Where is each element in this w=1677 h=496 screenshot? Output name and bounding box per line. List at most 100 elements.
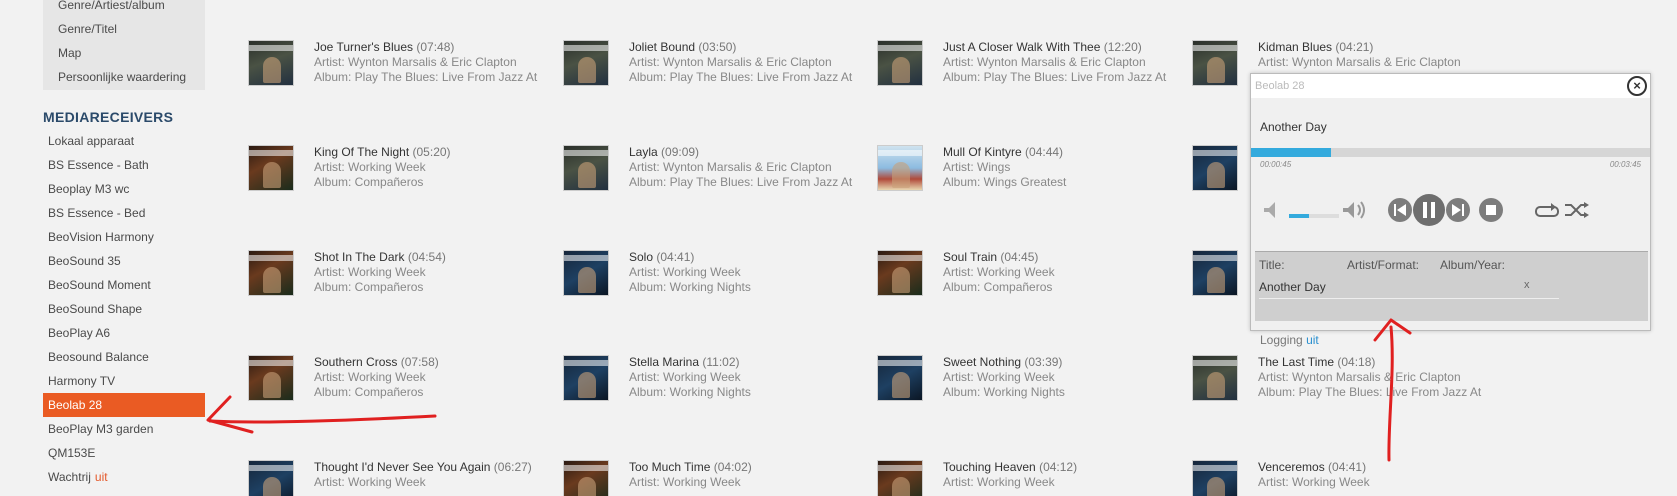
receiver-item[interactable]: Beolab 28 xyxy=(43,393,205,417)
receiver-item[interactable]: Lokaal apparaat xyxy=(43,129,205,153)
album-art xyxy=(563,40,609,86)
track-album: Album: Compañeros xyxy=(314,280,424,294)
receiver-item[interactable]: QM153E xyxy=(43,441,205,465)
track-title: Thought I'd Never See You Again (06:27) xyxy=(314,460,532,474)
track-artist: Artist: Working Week xyxy=(314,370,426,384)
receiver-item[interactable]: BeoSound Shape xyxy=(43,297,205,321)
track-title: Sweet Nothing (03:39) xyxy=(943,355,1063,369)
album-art xyxy=(877,145,923,191)
next-icon[interactable] xyxy=(1446,198,1470,222)
track-title: Touching Heaven (04:12) xyxy=(943,460,1078,474)
track-item[interactable]: King Of The Night (05:20) Artist: Working… xyxy=(248,145,558,205)
track-artist: Artist: Wynton Marsalis & Eric Clapton xyxy=(314,55,517,69)
track-artist: Artist: Working Week xyxy=(314,475,426,489)
receiver-label: QM153E xyxy=(48,446,96,460)
track-item[interactable]: Solo (04:41) Artist: Working Week Album: W… xyxy=(563,250,873,310)
receiver-item[interactable]: Wachtrij uit xyxy=(43,465,205,489)
volume-up-icon[interactable] xyxy=(1343,201,1365,219)
receiver-item[interactable]: Harmony TV xyxy=(43,369,205,393)
album-art xyxy=(563,250,609,296)
track-album: Album: Compañeros xyxy=(314,175,424,189)
queue-toggle-link[interactable]: uit xyxy=(95,470,108,484)
track-item[interactable]: Mull Of Kintyre (04:44) Artist: Wings Albu… xyxy=(877,145,1187,205)
queue-item-title[interactable]: Another Day xyxy=(1259,280,1326,294)
album-art xyxy=(877,460,923,496)
receiver-label: BS Essence - Bed xyxy=(48,206,146,220)
column-album: Album/Year: xyxy=(1440,258,1505,272)
track-item[interactable]: Soul Train (04:45) Artist: Working Week Al… xyxy=(877,250,1187,310)
track-title: Kidman Blues (04:21) xyxy=(1258,40,1374,54)
track-artist: Artist: Working Week xyxy=(943,370,1055,384)
shuffle-icon[interactable] xyxy=(1565,202,1589,218)
receiver-item[interactable]: BS Essence - Bed xyxy=(43,201,205,225)
track-item[interactable]: Thought I'd Never See You Again (06:27) A… xyxy=(248,460,558,496)
receiver-item[interactable]: BeoPlay M3 garden xyxy=(43,417,205,441)
receiver-item[interactable]: Beoplay M3 wc xyxy=(43,177,205,201)
track-item[interactable]: Southern Cross (07:58) Artist: Working We… xyxy=(248,355,558,415)
player-popup: Beolab 28 × Another Day 00:00:45 00:03:4… xyxy=(1250,73,1651,347)
track-item[interactable]: Shot In The Dark (04:54) Artist: Working … xyxy=(248,250,558,310)
track-artist: Artist: Wynton Marsalis & Eric Clapton xyxy=(1258,370,1461,384)
track-album: Album: Play The Blues: Live From Jazz At xyxy=(943,70,1167,84)
progress-bar[interactable] xyxy=(1251,148,1650,157)
receiver-item[interactable]: BS Essence - Bath xyxy=(43,153,205,177)
volume-mute-icon[interactable] xyxy=(1264,202,1275,218)
track-item[interactable]: Layla (09:09) Artist: Wynton Marsalis & E… xyxy=(563,145,873,205)
track-title: Solo (04:41) xyxy=(629,250,695,264)
track-item[interactable]: Stella Marina (11:02) Artist: Working Wee… xyxy=(563,355,873,415)
track-title: Joe Turner's Blues (07:48) xyxy=(314,40,455,54)
remove-item-button[interactable]: x xyxy=(1524,279,1530,291)
track-item[interactable]: Joe Turner's Blues (07:48) Artist: Wynton… xyxy=(248,40,558,100)
volume-slider[interactable] xyxy=(1289,214,1339,218)
player-title: Beolab 28 xyxy=(1255,80,1305,92)
repeat-icon[interactable] xyxy=(1535,203,1559,217)
previous-icon[interactable] xyxy=(1388,198,1412,222)
track-item[interactable]: Too Much Time (04:02) Artist: Working Wee… xyxy=(563,460,873,496)
genre-item[interactable]: Persoonlijke waardering xyxy=(58,70,186,84)
track-title: Layla (09:09) xyxy=(629,145,700,159)
track-album: Album: Compañeros xyxy=(314,385,424,399)
track-artist: Artist: Working Week xyxy=(314,160,426,174)
stop-icon[interactable] xyxy=(1479,198,1503,222)
receiver-item[interactable]: Beosound Balance xyxy=(43,345,205,369)
receiver-item[interactable]: BeoPlay A6 xyxy=(43,321,205,345)
track-item[interactable]: The Last Time (04:18) Artist: Wynton Mars… xyxy=(1192,355,1502,415)
track-item[interactable]: Touching Heaven (04:12) Artist: Working W… xyxy=(877,460,1187,496)
track-title: King Of The Night (05:20) xyxy=(314,145,451,159)
genre-item[interactable]: Map xyxy=(58,46,81,60)
track-album: Album: Play The Blues: Live From Jazz At xyxy=(629,70,853,84)
receiver-label: Lokaal apparaat xyxy=(48,134,135,148)
track-artist: Artist: Wynton Marsalis & Eric Clapton xyxy=(943,55,1146,69)
track-artist: Artist: Working Week xyxy=(943,475,1055,489)
close-icon[interactable]: × xyxy=(1627,76,1647,96)
receiver-label: BeoSound 35 xyxy=(48,254,121,268)
track-item[interactable]: Sweet Nothing (03:39) Artist: Working Wee… xyxy=(877,355,1187,415)
receiver-item[interactable]: BeoSound Moment xyxy=(43,273,205,297)
track-item[interactable]: Just A Closer Walk With Thee (12:20) Arti… xyxy=(877,40,1187,100)
track-title: Stella Marina (11:02) xyxy=(629,355,740,369)
receiver-label: Beoplay M3 wc xyxy=(48,182,130,196)
track-title: The Last Time (04:18) xyxy=(1258,355,1376,369)
receiver-label: BeoVision Harmony xyxy=(48,230,154,244)
album-art xyxy=(1192,145,1238,191)
genre-item[interactable]: Genre/Artiest/album xyxy=(58,0,165,12)
track-item[interactable]: Venceremos (04:41) Artist: Working Week xyxy=(1192,460,1502,496)
track-title: Mull Of Kintyre (04:44) xyxy=(943,145,1064,159)
track-title: Soul Train (04:45) xyxy=(943,250,1039,264)
total-time: 00:03:45 xyxy=(1609,160,1641,169)
track-item[interactable]: Joliet Bound (03:50) Artist: Wynton Marsa… xyxy=(563,40,873,100)
receiver-item[interactable]: BeoSound 35 xyxy=(43,249,205,273)
pause-icon[interactable] xyxy=(1413,194,1445,226)
receiver-label: Beosound Balance xyxy=(48,350,149,364)
genre-item[interactable]: Genre/Titel xyxy=(58,22,117,36)
track-album: Album: Play The Blues: Live From Jazz At xyxy=(314,70,538,84)
receiver-label: Harmony TV xyxy=(48,374,116,388)
track-album: Album: Working Nights xyxy=(629,385,751,399)
logging-toggle-link[interactable]: uit xyxy=(1306,333,1319,347)
receiver-item[interactable]: BeoVision Harmony xyxy=(43,225,205,249)
track-album: Album: Play The Blues: Live From Jazz At xyxy=(1258,385,1482,399)
track-title: Joliet Bound (03:50) xyxy=(629,40,737,54)
album-art xyxy=(248,355,294,401)
receiver-label: BeoPlay A6 xyxy=(48,326,111,340)
column-title: Title: xyxy=(1259,258,1285,272)
